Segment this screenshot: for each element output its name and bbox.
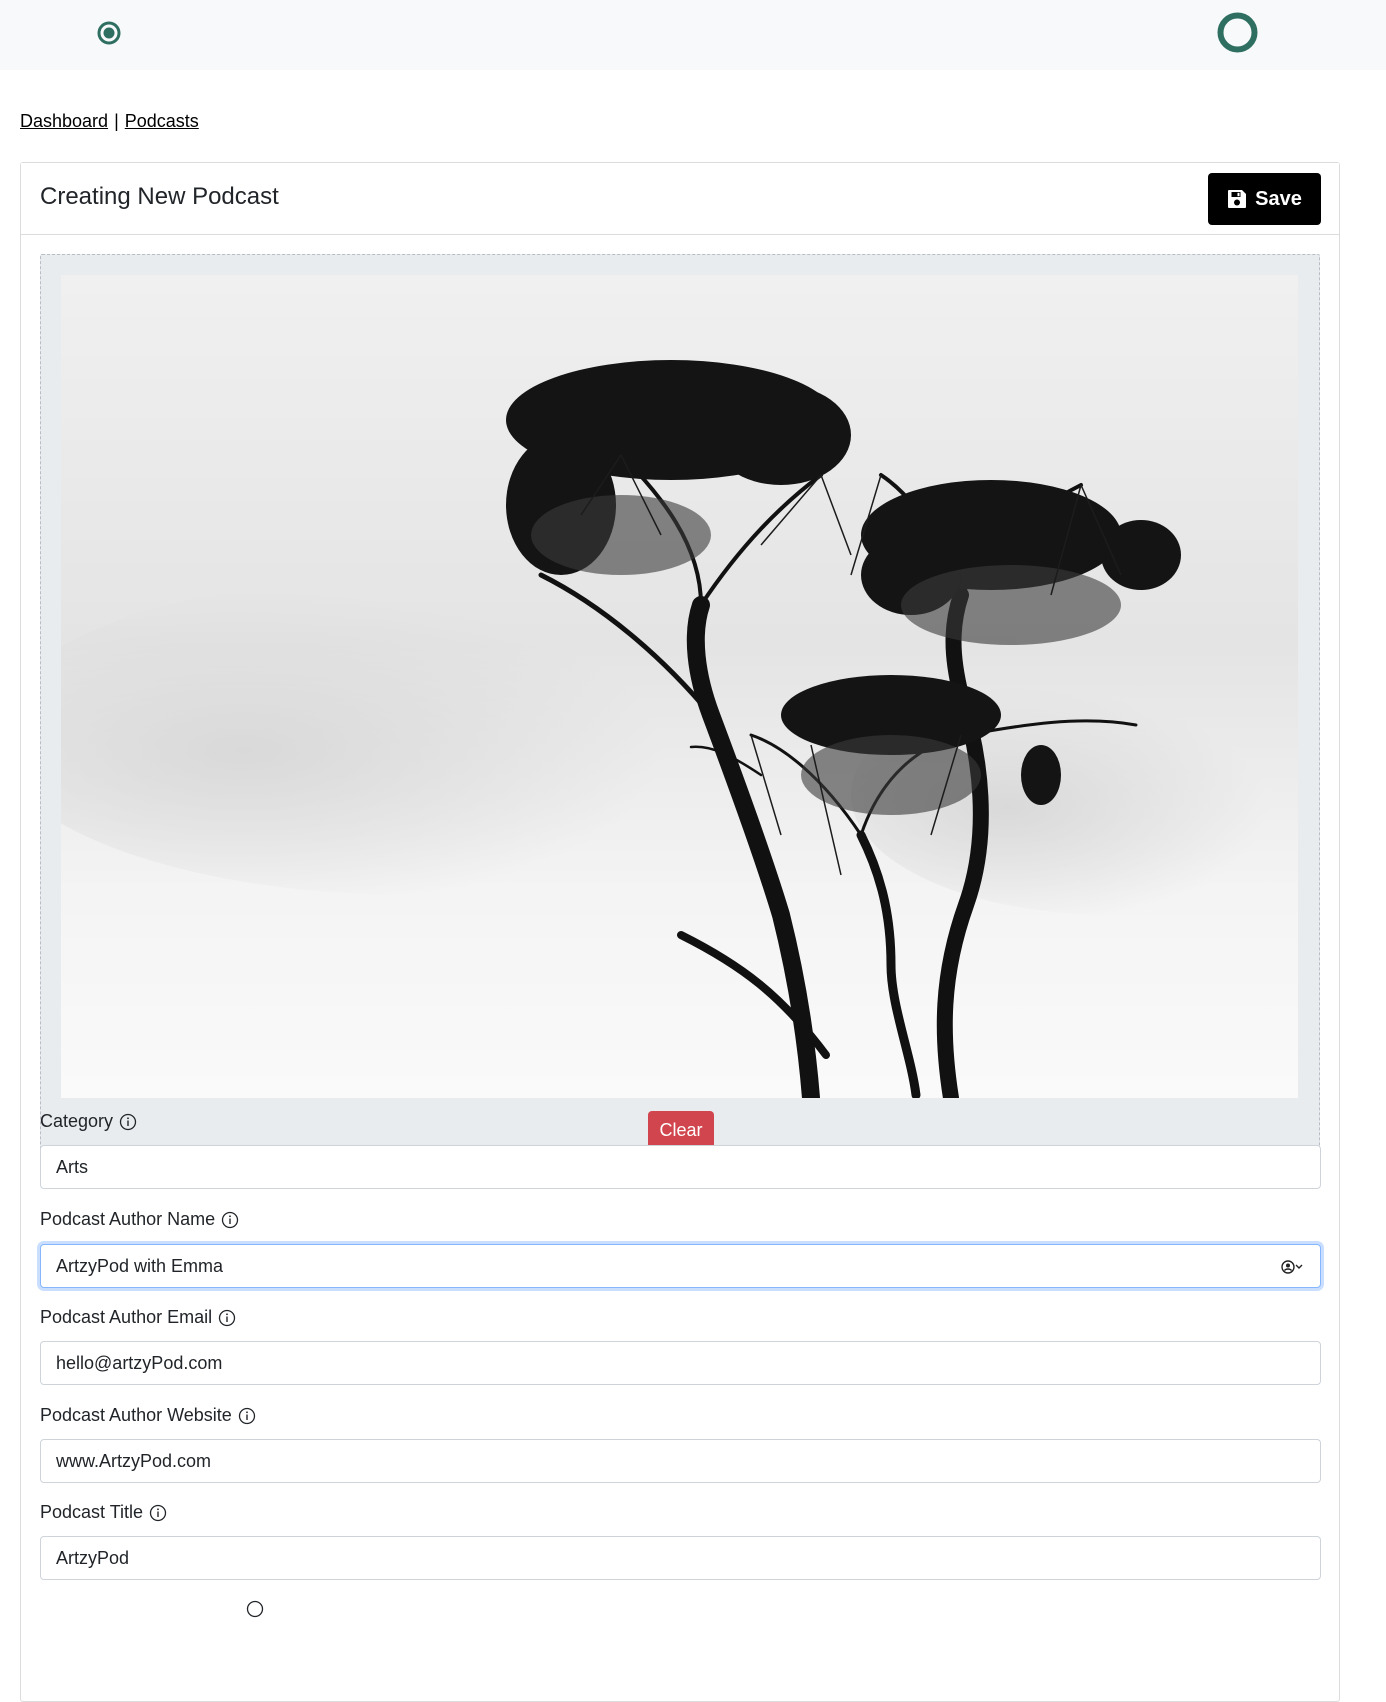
image-dropzone[interactable]: Clear [40,254,1320,1167]
author-name-value: ArtzyPod with Emma [56,1255,224,1276]
category-input[interactable]: Arts [40,1145,1321,1189]
radio-dot-icon[interactable] [97,21,121,45]
author-website-label-text: Podcast Author Website [40,1405,232,1425]
breadcrumb-separator: | [114,111,119,131]
ring-icon[interactable] [1217,12,1258,53]
breadcrumb: Dashboard | Podcasts [20,111,199,132]
podcast-title-label: Podcast Title [40,1502,167,1523]
breadcrumb-podcasts-link[interactable]: Podcasts [125,111,199,131]
category-label: Category [40,1111,137,1132]
floppy-disk-icon [1228,190,1247,208]
author-name-label-text: Podcast Author Name [40,1209,216,1229]
author-email-label-text: Podcast Author Email [40,1307,213,1327]
autofill-contact-icon[interactable] [1280,1258,1306,1276]
cover-image-preview [61,275,1298,1098]
tree-silhouette-image [61,275,1298,1098]
author-website-label: Podcast Author Website [40,1405,256,1426]
card-header: Creating New Podcast Save [21,163,1339,235]
info-icon[interactable] [218,1309,236,1327]
page-title: Creating New Podcast [40,183,279,210]
info-icon[interactable] [149,1504,167,1522]
author-email-label: Podcast Author Email [40,1307,236,1328]
podcast-title-label-text: Podcast Title [40,1502,144,1522]
info-icon[interactable] [221,1211,239,1229]
author-name-label: Podcast Author Name [40,1209,239,1230]
info-icon[interactable] [246,1600,264,1618]
info-icon[interactable] [238,1407,256,1425]
save-button-label: Save [1255,187,1302,210]
podcast-title-input[interactable]: ArtzyPod [40,1536,1321,1580]
breadcrumb-dashboard-link[interactable]: Dashboard [20,111,108,131]
info-icon[interactable] [119,1113,137,1131]
author-website-input[interactable]: www.ArtzyPod.com [40,1439,1321,1483]
category-label-text: Category [40,1111,114,1131]
author-email-input[interactable]: hello@artzyPod.com [40,1341,1321,1385]
save-button[interactable]: Save [1208,173,1321,225]
author-name-input[interactable]: ArtzyPod with Emma [40,1244,1321,1288]
top-navbar [0,0,1386,70]
next-field-label [40,1600,264,1618]
podcast-form-card: Creating New Podcast Save Clear Category… [20,162,1340,1702]
